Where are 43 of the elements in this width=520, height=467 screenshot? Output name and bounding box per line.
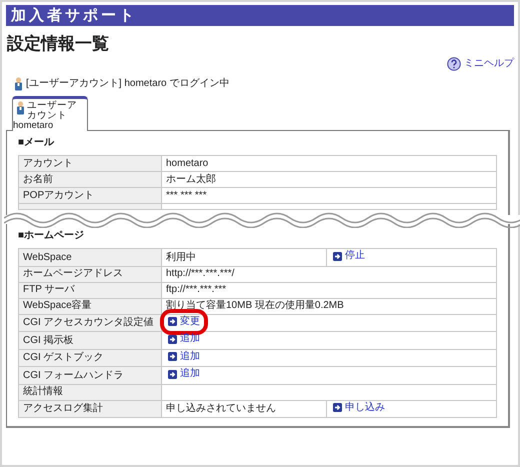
arrow-icon [168,370,177,379]
help-icon[interactable] [447,56,461,71]
table-cell: ftp://***.***.*** [162,282,496,298]
table-cell: CGI アクセスカウンタ設定値 [18,314,162,332]
page-title: 設定情報一覧 [7,34,110,54]
table-cell: WebSpace容量 [18,298,162,314]
header-title: 加入者サポート [6,5,514,26]
table-cell: CGI フォームハンドラ [18,366,162,384]
table-cell: http://***.***.***/ [162,266,496,282]
table-cell: CGI ゲストブック [18,349,162,367]
table-cell: 利用中 [162,248,326,266]
table-cell: POPアカウント [18,188,162,204]
tab-label: ユーザーアカウント [27,101,78,122]
table-cell: CGI 掲示板 [18,332,162,350]
table-cell: WebSpace [18,248,162,266]
table-cell: アカウント [18,156,162,172]
section-heading: ■ホームページ [18,230,86,242]
table-cell: 申し込みされていません [162,400,326,418]
table-cell: アクセスログ集計 [18,400,162,418]
action-link[interactable]: 追加 [166,332,202,346]
action-link[interactable]: 追加 [166,367,202,382]
table-cell: *** *** *** [162,188,496,204]
table-cell: ホームページアドレス [18,266,162,282]
login-status: [ユーザーアカウント] hometaro でログイン中 [26,76,230,92]
help-link[interactable]: ミニヘルプ [464,56,514,72]
table-cell: お名前 [18,172,162,188]
arrow-icon [168,334,177,344]
tab-username: hometaro [13,121,54,132]
arrow-icon [168,352,177,362]
user-icon [16,101,25,116]
action-link[interactable]: 変更 [166,314,202,329]
table-cell: ホーム太郎 [162,172,496,188]
arrow-icon [168,317,177,326]
action-link[interactable]: 停止 [331,249,367,264]
account-tab[interactable]: ユーザーアカウント hometaro [12,96,88,132]
table-cell: hometaro [162,156,496,172]
table-cell: 統計情報 [18,384,162,400]
arrow-icon [333,403,342,412]
action-link[interactable]: 追加 [166,350,202,364]
table-cell: FTP サーバ [18,282,162,298]
arrow-icon [333,252,342,261]
section-heading: ■メール [18,137,56,150]
user-icon [14,76,23,91]
